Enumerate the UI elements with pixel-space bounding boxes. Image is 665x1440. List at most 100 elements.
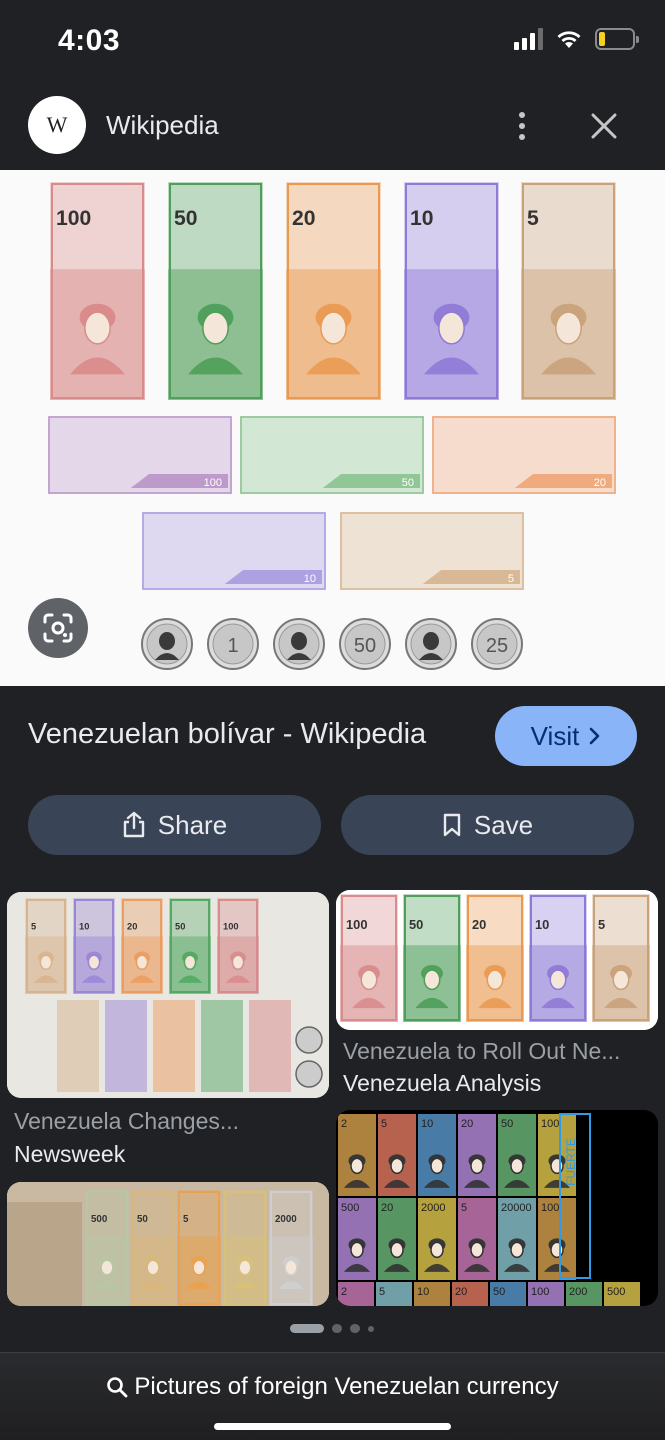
result-title[interactable]: Venezuelan bolívar - Wikipedia bbox=[28, 718, 426, 751]
svg-text:5: 5 bbox=[381, 1118, 387, 1130]
thumb3-note-2: 50 bbox=[131, 1190, 175, 1306]
svg-text:100: 100 bbox=[541, 1118, 559, 1130]
related-caption-2[interactable]: Venezuela to Roll Out Ne... bbox=[343, 1038, 653, 1065]
thumb3-note-2-value: 50 bbox=[137, 1214, 148, 1225]
related-caption-1[interactable]: Venezuela Changes... bbox=[14, 1108, 324, 1135]
thumb2-note-5: 5 bbox=[592, 894, 650, 1022]
thumb1-coin-2 bbox=[295, 1060, 323, 1088]
thumb4-note-0-0: 2 bbox=[338, 1114, 376, 1196]
svg-text:500: 500 bbox=[341, 1202, 359, 1214]
hero-wide-note-20: 20 bbox=[432, 416, 616, 494]
thumb4-note-1-2: 2000 bbox=[418, 1198, 456, 1280]
hero-note-10-value: 10 bbox=[410, 207, 433, 230]
battery-level bbox=[599, 32, 606, 46]
hero-wide-note-5: 5 bbox=[340, 512, 524, 590]
related-image-1[interactable]: 5 10 20 50 100 bbox=[7, 892, 329, 1098]
hero-image[interactable]: 100 50 20 10 5 100 50 20 10 5 1 50 25 bbox=[0, 170, 665, 686]
wikipedia-logo[interactable]: W bbox=[28, 96, 86, 154]
related-source-2: Venezuela Analysis bbox=[343, 1070, 542, 1096]
bookmark-icon bbox=[443, 813, 461, 837]
hero-coin-5 bbox=[405, 618, 457, 670]
thumb1-note-20: 20 bbox=[121, 898, 163, 994]
banknotes-grid: 2 5 10 20 50 100 500 20 2000 5 20000 100 2 5 10 20 50 100… bbox=[338, 1113, 640, 1306]
thumb1-note-100: 100 bbox=[217, 898, 259, 994]
thumb3-note-1-value: 500 bbox=[91, 1214, 108, 1225]
svg-text:2000: 2000 bbox=[421, 1202, 445, 1214]
hero-coin-6: 25 bbox=[471, 618, 523, 670]
thumb4-note-0-1: 5 bbox=[378, 1114, 416, 1196]
related-image-3[interactable]: 500 50 5 2000 bbox=[7, 1182, 329, 1306]
thumb2-note-5-value: 5 bbox=[598, 917, 605, 932]
status-time: 4:03 bbox=[58, 24, 121, 57]
thumb1-note-10-value: 10 bbox=[79, 921, 89, 931]
hero-note-100-value: 100 bbox=[56, 207, 91, 230]
close-icon[interactable] bbox=[586, 108, 622, 144]
thumb1-note-5-value: 5 bbox=[31, 921, 36, 931]
thumb2-note-20-value: 20 bbox=[472, 917, 486, 932]
svg-text:2: 2 bbox=[341, 1286, 347, 1298]
related-search[interactable]: Pictures of foreign Venezuelan currency bbox=[0, 1373, 665, 1401]
thumb2-note-20: 20 bbox=[466, 894, 524, 1022]
site-header: W Wikipedia bbox=[0, 84, 665, 170]
save-button[interactable]: Save bbox=[341, 795, 634, 855]
thumb1-note-back-2 bbox=[105, 1000, 147, 1092]
hero-coin-label: 1 bbox=[227, 635, 238, 657]
thumb1-coin-1 bbox=[295, 1026, 323, 1054]
share-icon bbox=[123, 811, 144, 838]
wifi-icon bbox=[557, 31, 581, 48]
thumb4-note-0-2: 10 bbox=[418, 1114, 456, 1196]
thumb4-side-label: FUERTE bbox=[564, 1138, 578, 1186]
save-label: Save bbox=[473, 809, 534, 840]
lens-search-button[interactable] bbox=[28, 598, 88, 658]
thumb3-note-1: 500 bbox=[85, 1190, 129, 1306]
thumb2-note-50-value: 50 bbox=[409, 917, 423, 932]
related-image-4[interactable]: 2 5 10 20 50 100 500 20 2000 5 20000 100 2 5 10 20 50 100… bbox=[336, 1110, 658, 1306]
pager-dot bbox=[368, 1325, 374, 1332]
thumb3-note-3: 5 bbox=[177, 1190, 221, 1306]
thumb4-note-2-3: 20 bbox=[452, 1282, 488, 1306]
hero-wide-note-20-value: 20 bbox=[594, 477, 606, 489]
svg-text:100: 100 bbox=[541, 1202, 559, 1214]
hero-wide-note-50: 50 bbox=[240, 416, 424, 494]
hero-note-100: 100 bbox=[50, 182, 145, 400]
visit-button[interactable]: Visit bbox=[495, 706, 637, 766]
banknotes-illustration: 100 50 20 10 5 100 50 20 10 5 1 50 25 bbox=[48, 182, 616, 670]
hero-wide-note-100: 100 bbox=[48, 416, 232, 494]
related-source-1: Newsweek bbox=[14, 1141, 126, 1167]
thumb1-note-back-5 bbox=[249, 1000, 291, 1092]
thumb1-note-50-value: 50 bbox=[175, 921, 185, 931]
thumb2-note-10-value: 10 bbox=[535, 917, 549, 932]
thumb4-note-1-0: 500 bbox=[338, 1198, 376, 1280]
banknotes-strip: 100 50 20 10 5 bbox=[336, 890, 658, 1030]
thumb3-note-3-value: 5 bbox=[183, 1214, 189, 1225]
banknotes-photo: 5 10 20 50 100 bbox=[7, 892, 329, 1098]
share-button[interactable]: Share bbox=[28, 795, 321, 855]
thumb1-note-100-value: 100 bbox=[223, 921, 239, 931]
banknotes-table-photo: 500 50 5 2000 bbox=[7, 1182, 329, 1306]
carousel-pager bbox=[290, 1324, 374, 1333]
thumb4-note-2-1: 5 bbox=[376, 1282, 412, 1306]
related-image-2[interactable]: 100 50 20 10 5 bbox=[336, 890, 658, 1030]
more-vert-icon[interactable] bbox=[510, 108, 534, 144]
site-name[interactable]: Wikipedia bbox=[106, 110, 219, 141]
thumb4-note-1-5: 100 bbox=[538, 1198, 576, 1280]
thumb4-note-1-1: 20 bbox=[378, 1198, 416, 1280]
thumb1-note-back-4 bbox=[201, 1000, 243, 1092]
hero-note-50-value: 50 bbox=[174, 207, 197, 230]
search-icon bbox=[107, 1377, 128, 1398]
hero-note-20: 20 bbox=[286, 182, 381, 400]
thumb2-note-50: 50 bbox=[403, 894, 461, 1022]
thumb1-note-50: 50 bbox=[169, 898, 211, 994]
thumb1-note-back-1 bbox=[57, 1000, 99, 1092]
thumb4-note-1-4: 20000 bbox=[498, 1198, 536, 1280]
cellular-signal-icon bbox=[514, 28, 543, 50]
hero-coin-1 bbox=[141, 618, 193, 670]
thumb1-note-10: 10 bbox=[73, 898, 115, 994]
related-search-bar[interactable]: Pictures of foreign Venezuelan currency bbox=[0, 1352, 665, 1440]
thumb3-note-5: 2000 bbox=[269, 1190, 313, 1306]
hero-coin-3 bbox=[273, 618, 325, 670]
hero-note-10: 10 bbox=[404, 182, 499, 400]
hero-wide-note-50-value: 50 bbox=[402, 477, 414, 489]
home-indicator[interactable] bbox=[214, 1423, 451, 1430]
hero-coin-4: 50 bbox=[339, 618, 391, 670]
